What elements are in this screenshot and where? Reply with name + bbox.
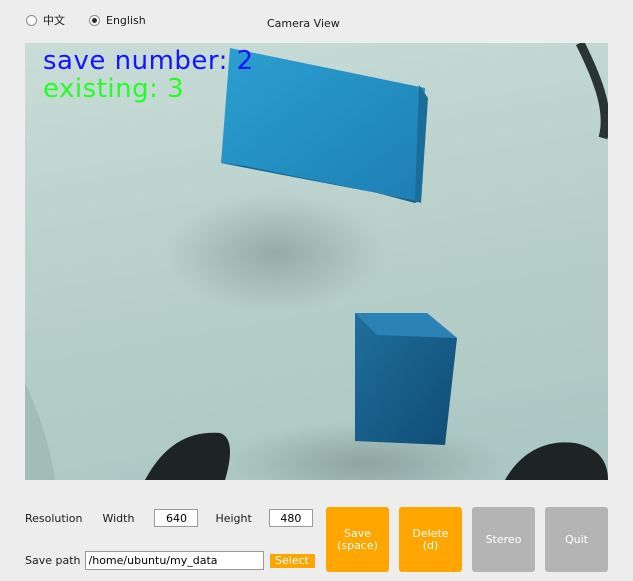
height-label: Height [215, 511, 252, 525]
stereo-button[interactable]: Stereo [472, 507, 535, 572]
resolution-label: Resolution [25, 511, 83, 525]
camera-frame-image [25, 43, 608, 480]
radio-unchecked-icon[interactable] [26, 14, 37, 26]
overlay-existing-count: existing: 3 [43, 74, 185, 104]
resolution-row: Resolution Width Height [25, 508, 313, 528]
camera-view-title: Camera View [267, 17, 340, 30]
save-path-input[interactable] [84, 551, 264, 570]
save-button[interactable]: Save (space) [326, 507, 389, 572]
width-input[interactable] [154, 509, 199, 527]
language-option-label: 中文 [43, 14, 65, 27]
language-selector: 中文 English [26, 12, 146, 28]
select-path-button[interactable]: Select [269, 553, 315, 568]
width-label: Width [102, 511, 135, 525]
save-path-row: Save path Select [25, 551, 315, 570]
overlay-save-number: save number: 2 [43, 46, 254, 76]
quit-button[interactable]: Quit [545, 507, 608, 572]
language-option-english[interactable]: English [89, 12, 146, 28]
language-option-label: English [106, 13, 146, 27]
radio-checked-icon[interactable] [89, 14, 100, 26]
height-input[interactable] [268, 509, 313, 527]
save-path-label: Save path [25, 554, 81, 567]
delete-button[interactable]: Delete (d) [399, 507, 462, 572]
language-option-chinese[interactable]: 中文 [26, 12, 65, 28]
camera-view: save number: 2 existing: 3 [25, 43, 608, 480]
